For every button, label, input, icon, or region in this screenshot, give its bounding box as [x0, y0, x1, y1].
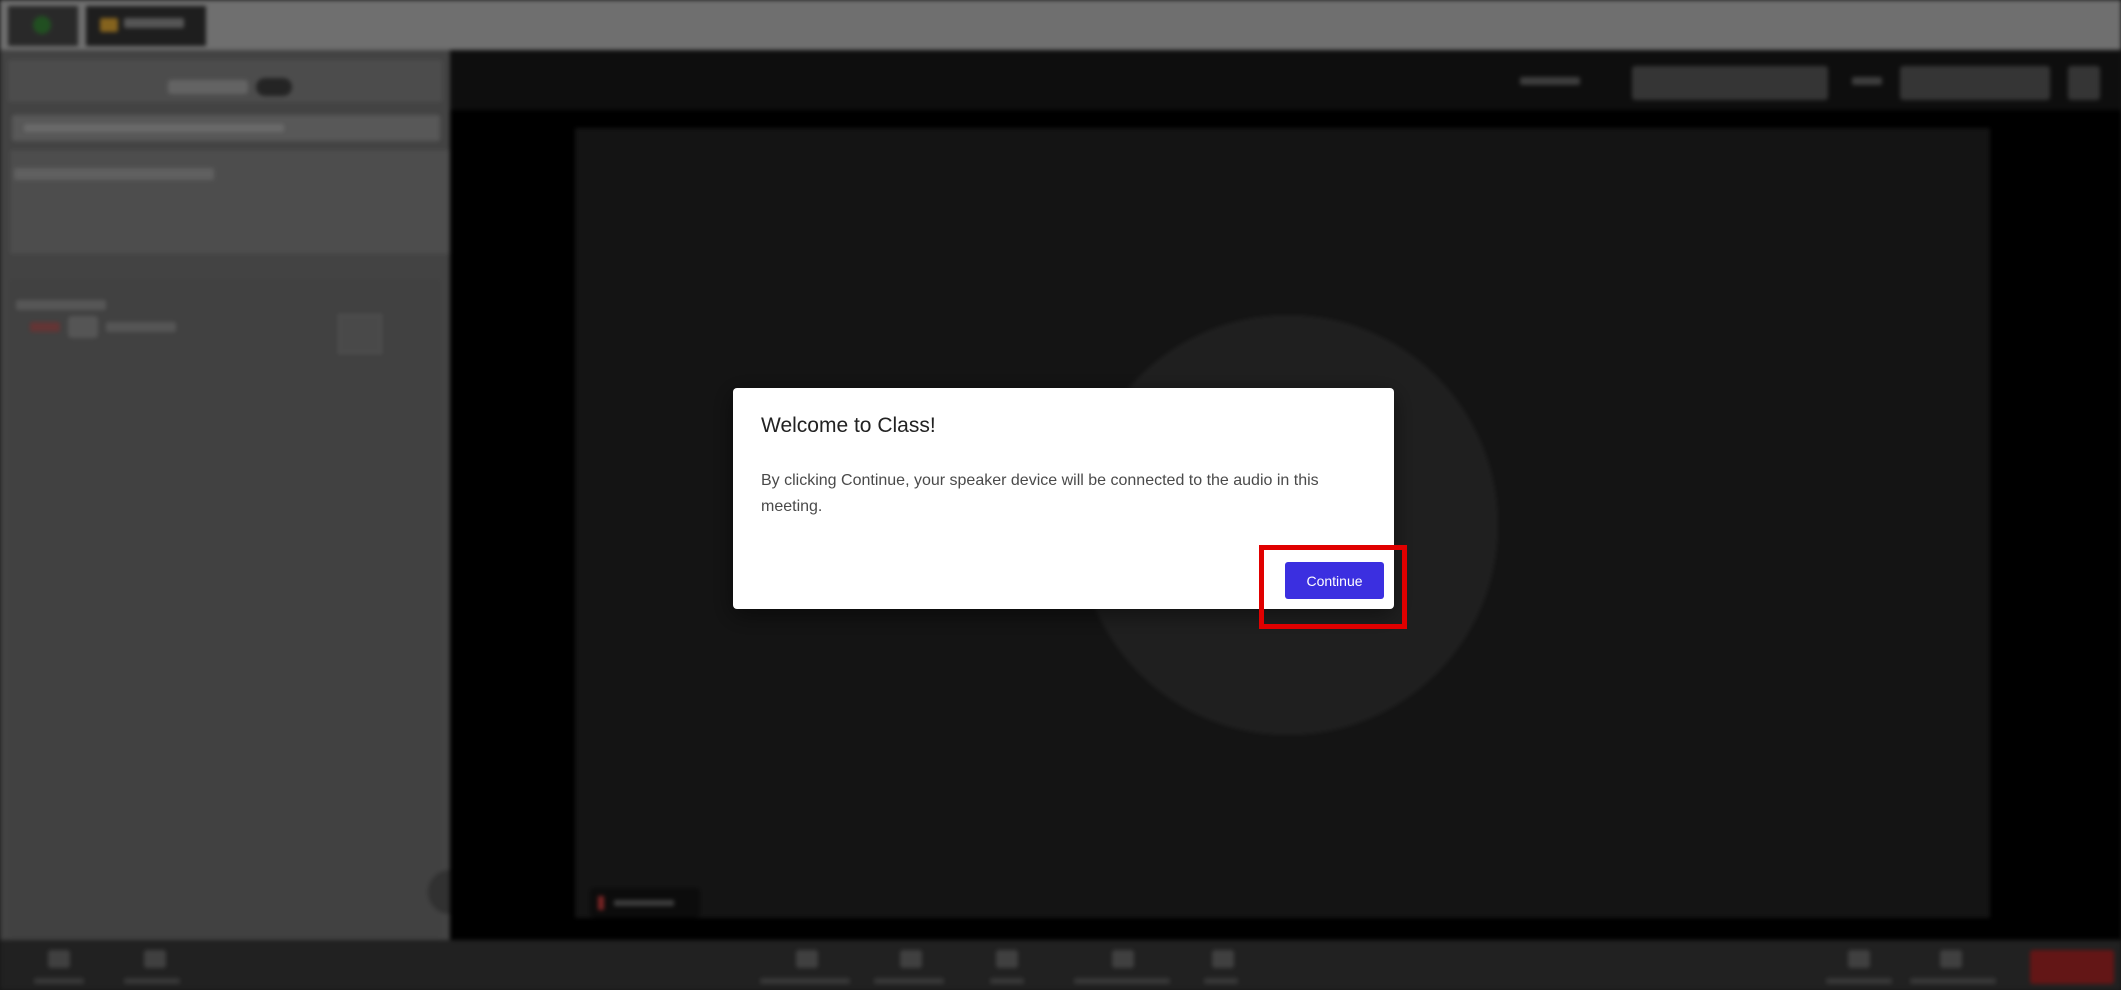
highlight-box — [1259, 545, 1407, 629]
dialog-title: Welcome to Class! — [761, 414, 936, 437]
dialog-message: By clicking Continue, your speaker devic… — [761, 472, 1319, 515]
